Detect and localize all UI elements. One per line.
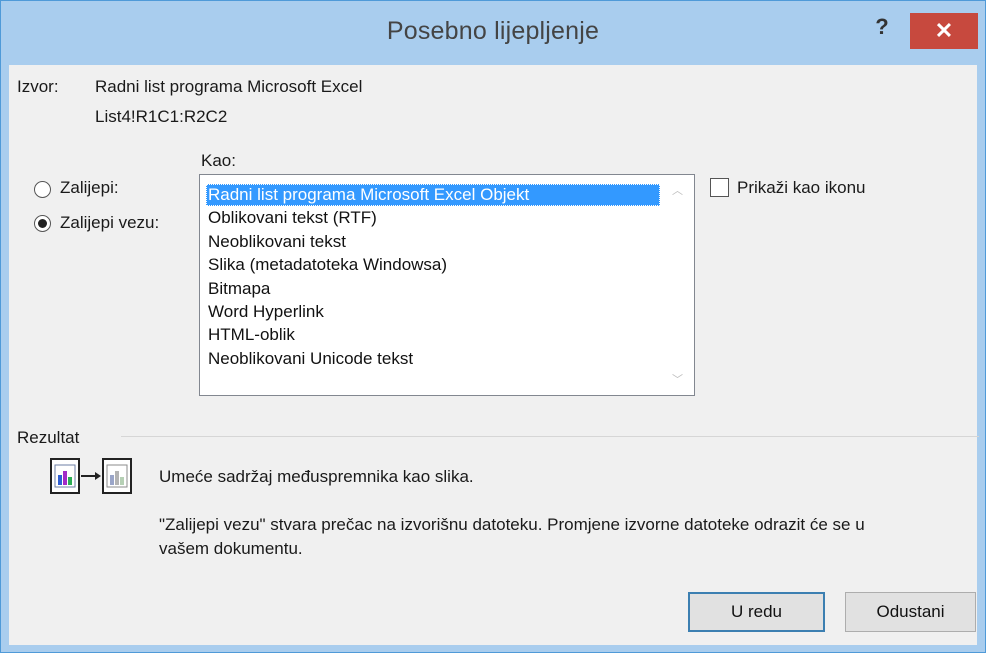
format-list-item[interactable]: Neoblikovani Unicode tekst <box>206 348 660 370</box>
cancel-button[interactable]: Odustani <box>845 592 976 632</box>
result-divider <box>121 436 979 437</box>
paste-link-radio[interactable] <box>34 215 51 232</box>
source-label: Izvor: <box>17 77 59 96</box>
help-button[interactable]: ? <box>867 15 897 45</box>
format-list-item[interactable]: Oblikovani tekst (RTF) <box>206 207 660 229</box>
format-list-item[interactable]: Slika (metadatoteka Windowsa) <box>206 254 660 276</box>
paste-radio-label[interactable]: Zalijepi: <box>60 178 119 198</box>
title-bar[interactable]: Posebno lijepljenje ? ✕ <box>1 1 985 65</box>
dialog-body: Izvor: Radni list programa Microsoft Exc… <box>9 65 979 645</box>
format-list-item[interactable]: Bitmapa <box>206 278 660 300</box>
format-list-item[interactable]: Neoblikovani tekst <box>206 231 660 253</box>
paste-link-radio-dot <box>38 219 47 228</box>
close-button[interactable]: ✕ <box>910 13 978 49</box>
paste-special-dialog: Posebno lijepljenje ? ✕ Izvor: Radni lis… <box>0 0 986 653</box>
format-list-item[interactable]: HTML-oblik <box>206 324 660 346</box>
display-as-icon-label[interactable]: Prikaži kao ikonu <box>737 178 866 198</box>
format-listbox[interactable]: Radni list programa Microsoft Excel Obje… <box>199 174 695 396</box>
paste-radio[interactable] <box>34 181 51 198</box>
ok-button[interactable]: U redu <box>688 592 825 632</box>
as-label: Kao: <box>201 151 236 170</box>
scroll-down-arrow-icon[interactable]: ﹀ <box>672 371 683 387</box>
format-list-item[interactable]: Radni list programa Microsoft Excel Obje… <box>206 184 660 206</box>
scroll-up-arrow-icon[interactable]: ︿ <box>672 182 683 198</box>
result-text-line-1: Umeće sadržaj međuspremnika kao slika. <box>159 467 474 486</box>
display-as-icon-checkbox[interactable] <box>710 178 729 197</box>
result-text-line-2: "Zalijepi vezu" stvara prečac na izvoriš… <box>159 515 865 534</box>
paste-link-chart-icon <box>49 455 139 508</box>
source-range: List4!R1C1:R2C2 <box>95 107 228 126</box>
format-list-item[interactable]: Word Hyperlink <box>206 301 660 323</box>
result-text-line-3: vašem dokumentu. <box>159 539 303 558</box>
source-value: Radni list programa Microsoft Excel <box>95 77 363 96</box>
listbox-scrollbar[interactable]: ︿ ﹀ <box>664 175 694 395</box>
result-label: Rezultat <box>17 428 80 447</box>
dialog-title: Posebno lijepljenje <box>386 17 600 45</box>
paste-link-radio-label[interactable]: Zalijepi vezu: <box>60 213 159 233</box>
